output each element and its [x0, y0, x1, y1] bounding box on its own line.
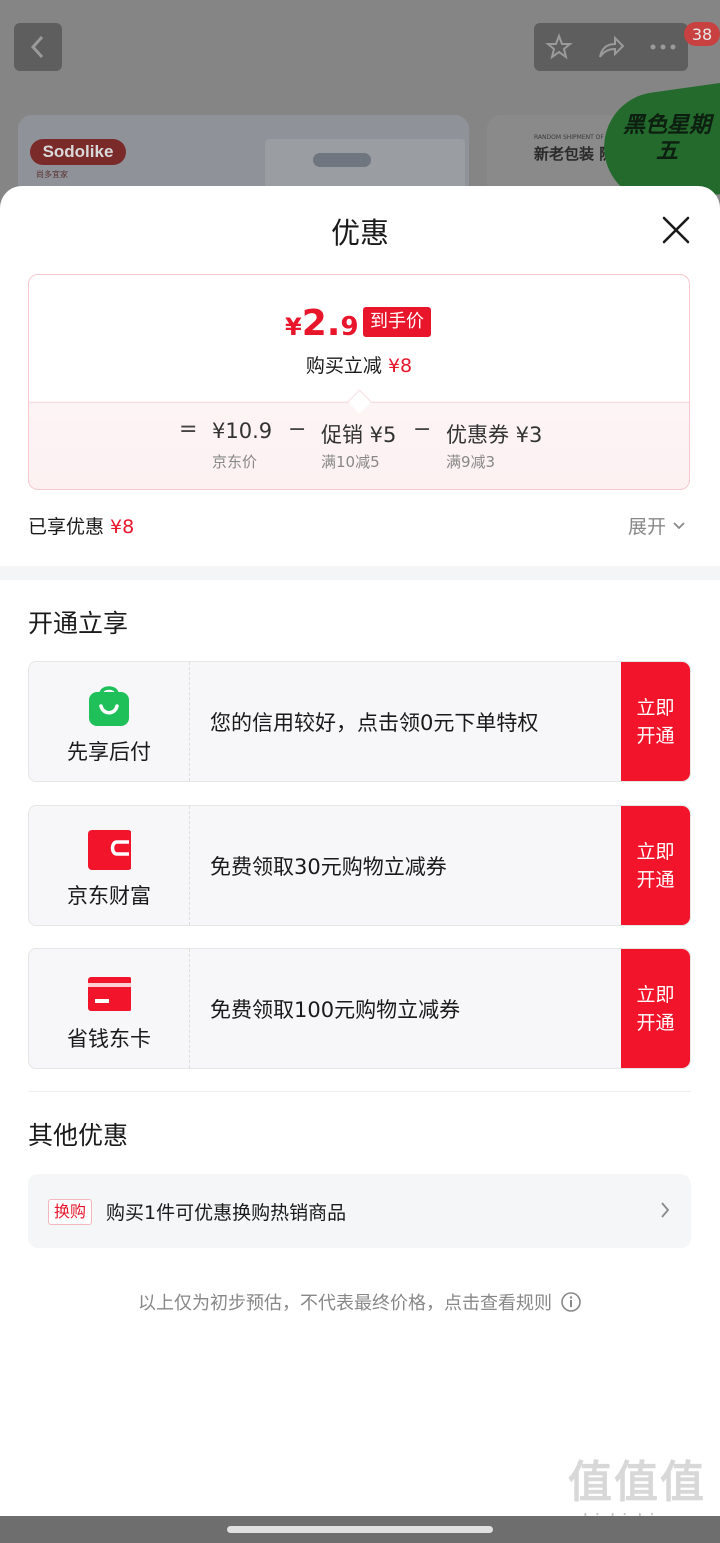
offer-brand: 京东财富	[29, 806, 190, 925]
instant-discount-label: 购买立减	[305, 355, 382, 377]
minus-sign-2: −	[413, 417, 432, 442]
offer-card-jd-finance[interactable]: 京东财富 免费领取30元购物立减券 立即 开通	[28, 805, 691, 926]
bag-icon	[89, 686, 129, 726]
rules-note[interactable]: 以上仅为初步预估，不代表最终价格，点击查看规则	[0, 1289, 720, 1315]
back-button[interactable]	[14, 23, 62, 71]
info-icon[interactable]	[560, 1291, 582, 1313]
chevron-left-icon	[30, 35, 44, 59]
jd-price-label: 京东价	[212, 453, 258, 471]
activate-button[interactable]: 立即 开通	[621, 949, 690, 1068]
activate-button-label: 立即 开通	[636, 696, 675, 747]
activate-button-label: 立即 开通	[636, 983, 675, 1034]
offer-card-saver[interactable]: 省钱东卡 免费领取100元购物立减券 立即 开通	[28, 948, 691, 1069]
expand-button[interactable]: 展开	[628, 512, 686, 539]
watermark-logo: 值值值	[568, 1457, 706, 1508]
enjoyed-discount: 已享优惠 ¥8	[28, 512, 134, 539]
coupon-price-label: 满9减3	[446, 453, 496, 471]
sheet-title: 优惠	[330, 216, 389, 250]
share-icon[interactable]	[596, 33, 626, 61]
jd-price: ¥10.9	[212, 419, 273, 443]
card-icon	[88, 977, 131, 1011]
price-divider-notch	[347, 389, 372, 414]
exchange-offer-row[interactable]: 换购 购买1件可优惠换购热销商品	[28, 1174, 691, 1248]
brand-logo: Sodolike	[30, 139, 126, 165]
instant-discount: 购买立减 ¥8	[29, 351, 689, 378]
price-breakdown: ¥2.9 到手价 购买立减 ¥8 = ¥10.9 京东价 − 促销 ¥5 满10…	[28, 274, 690, 490]
star-icon[interactable]	[545, 33, 574, 61]
exchange-tag: 换购	[48, 1199, 93, 1225]
exchange-text: 购买1件可优惠换购热销商品	[106, 1202, 347, 1224]
enjoyed-label: 已享优惠	[28, 516, 105, 538]
final-price-tag: 到手价	[363, 307, 431, 337]
section-divider-thin	[28, 1091, 691, 1092]
chevron-right-icon	[661, 1202, 670, 1218]
other-section-title: 其他优惠	[28, 1121, 129, 1150]
offer-name: 先享后付	[67, 740, 151, 764]
offer-name: 省钱东卡	[67, 1027, 151, 1051]
top-actions	[534, 23, 688, 71]
rules-note-text: 以上仅为初步预估，不代表最终价格，点击查看规则	[138, 1293, 552, 1314]
activate-button[interactable]: 立即 开通	[621, 806, 690, 925]
discount-sheet: 优惠 ¥2.9 到手价 购买立减 ¥8 = ¥10.9 京东价 − 促销 ¥5 …	[0, 186, 720, 1532]
enjoyed-value: ¥8	[110, 516, 135, 538]
chevron-down-icon	[673, 521, 685, 529]
close-icon[interactable]	[658, 212, 694, 248]
card2-text: 新老包装 随	[534, 145, 615, 163]
offer-name: 京东财富	[67, 884, 151, 908]
open-section-title: 开通立享	[28, 609, 129, 638]
promo-price: 促销 ¥5	[321, 423, 397, 447]
activate-button-label: 立即 开通	[636, 840, 675, 891]
cart-count-badge: 38	[684, 22, 720, 46]
offer-description: 免费领取30元购物立减券	[210, 854, 447, 879]
offer-brand: 省钱东卡	[29, 949, 190, 1068]
home-indicator[interactable]	[227, 1526, 493, 1533]
brand-sub: 尚多宜家	[36, 170, 68, 179]
equals-sign: =	[179, 417, 198, 442]
product-hook-hole	[313, 153, 371, 167]
expand-label: 展开	[628, 516, 667, 538]
instant-discount-value: ¥8	[387, 355, 413, 377]
coupon-price: 优惠券 ¥3	[446, 423, 543, 447]
promo-badge-text: 黑色星期五	[622, 113, 711, 164]
section-divider	[0, 566, 720, 580]
activate-button[interactable]: 立即 开通	[621, 662, 690, 781]
offer-brand: 先享后付	[29, 662, 190, 781]
offer-description: 免费领取100元购物立减券	[210, 997, 461, 1022]
final-price: ¥2.9	[285, 303, 359, 344]
system-nav-bar	[0, 1516, 720, 1543]
minus-sign-1: −	[288, 417, 307, 442]
more-icon[interactable]	[649, 43, 677, 51]
offer-card-pay-later[interactable]: 先享后付 您的信用较好，点击领0元下单特权 立即 开通	[28, 661, 691, 782]
wallet-icon	[88, 830, 131, 870]
final-price-integer: 2.	[301, 303, 341, 344]
offer-description: 您的信用较好，点击领0元下单特权	[210, 710, 539, 735]
final-price-currency: ¥	[285, 313, 302, 341]
promo-price-label: 满10减5	[321, 453, 380, 471]
final-price-decimal: 9	[340, 312, 359, 342]
